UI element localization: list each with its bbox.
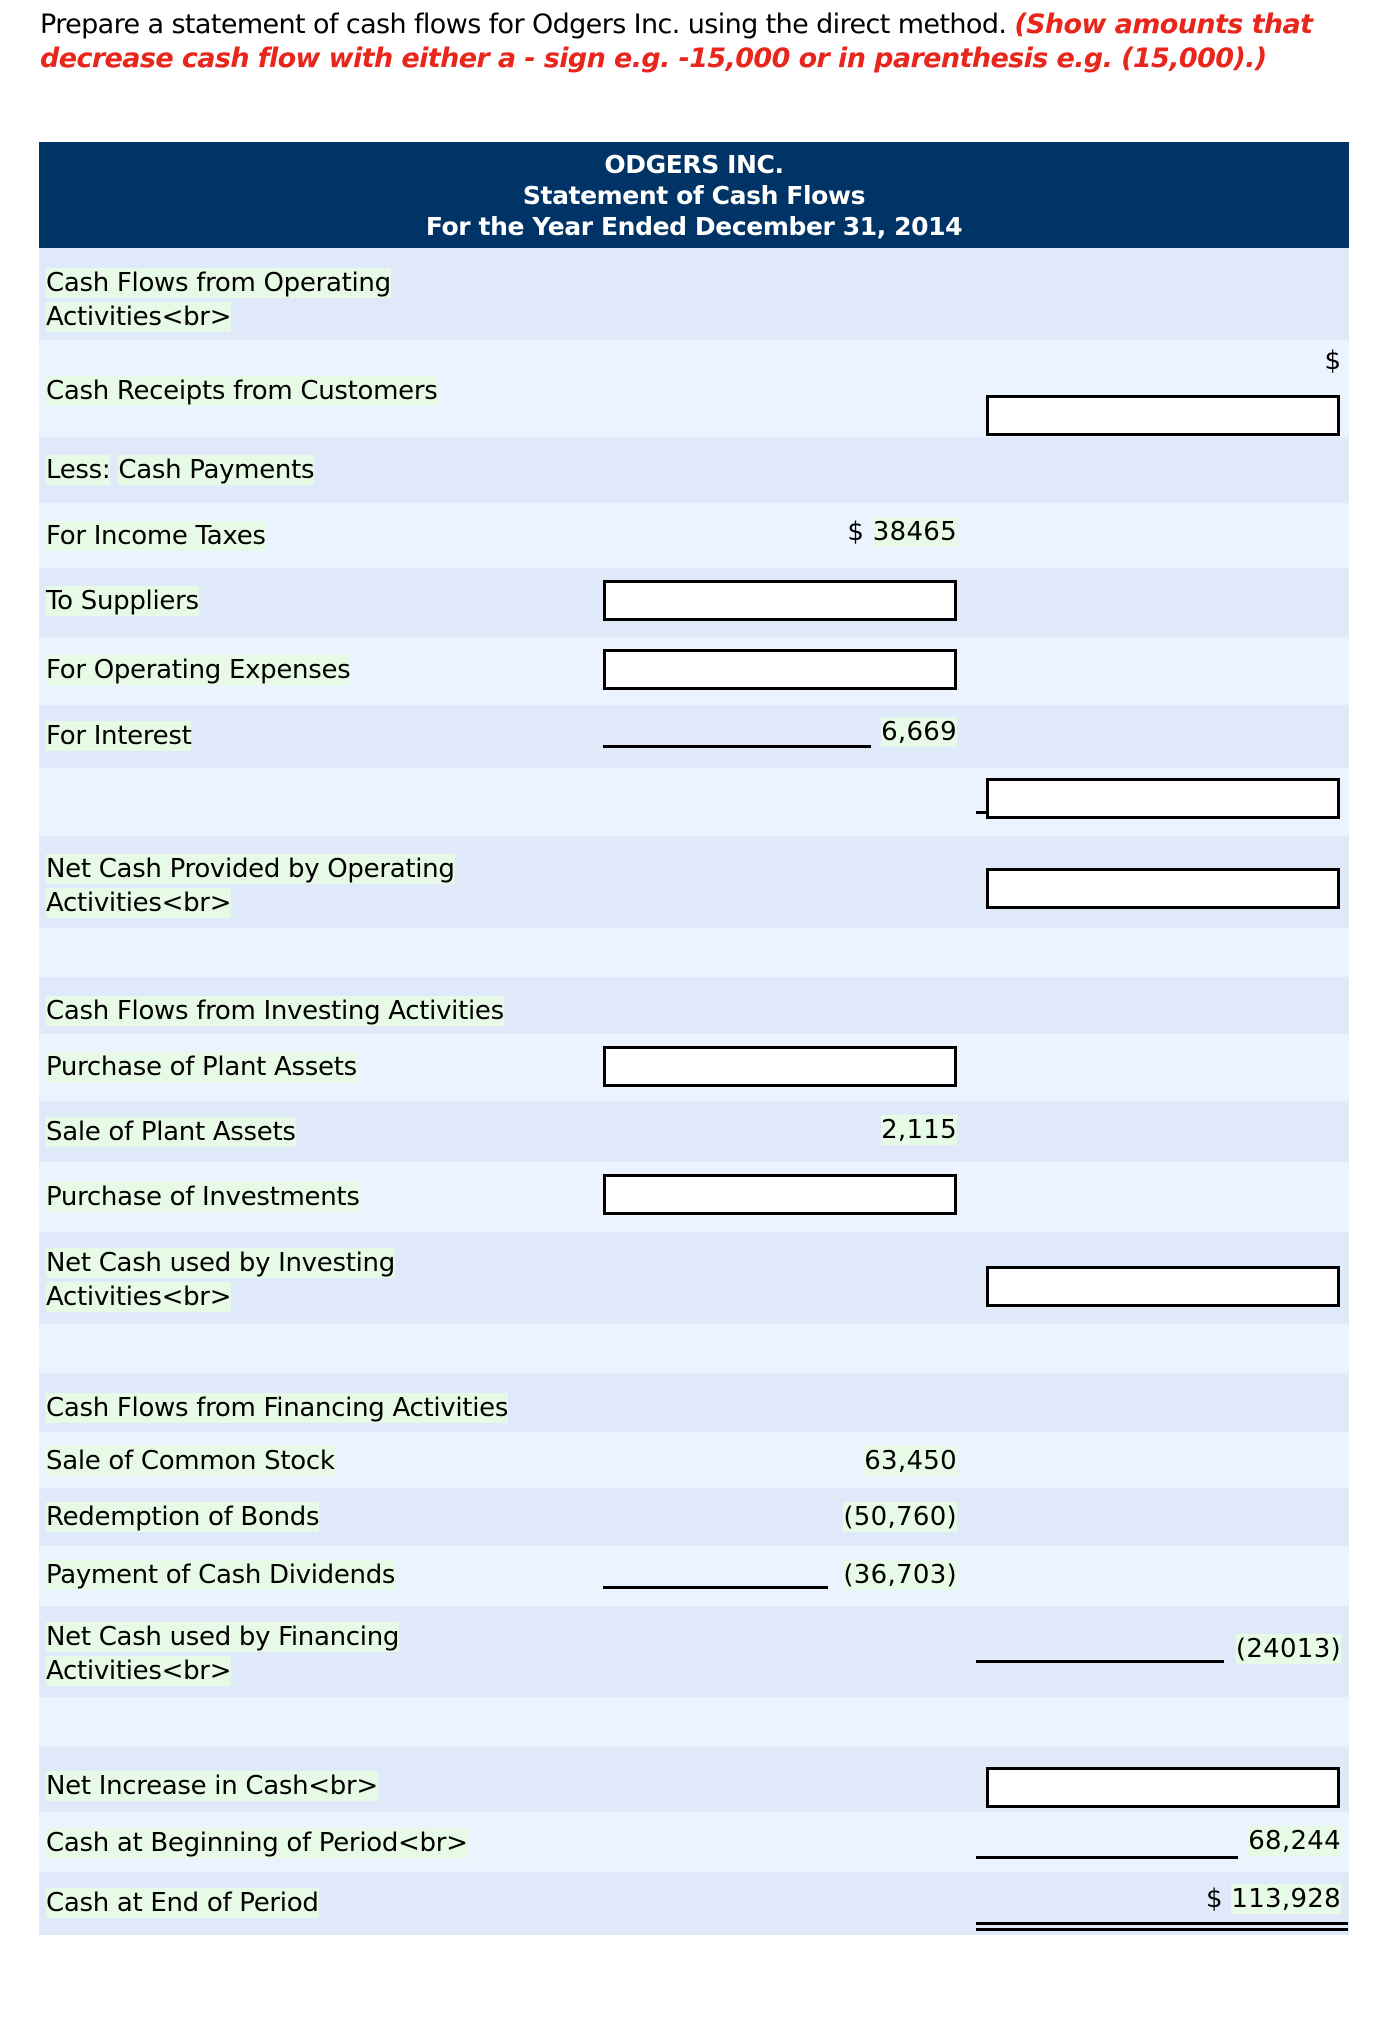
cash-begin-row: Cash at Beginning of Period<br> 68,244 [39,1812,1349,1872]
net-investing-row: Net Cash used by Investing Activities<br> [39,1232,1349,1324]
statement-title: Statement of Cash Flows [522,181,866,210]
instructions-text: Prepare a statement of cash flows for Od… [40,9,1015,40]
purchase-investments-row: Purchase of Investments [39,1162,1349,1232]
purchase-plant-row: Purchase of Plant Assets [39,1034,1349,1101]
cash-end-double-underline-top [976,1922,1348,1925]
cash-end-value: $ 113,928 [1205,1884,1341,1914]
cash-begin-label: Cash at Beginning of Period<br> [46,1828,468,1858]
net-increase-row: Net Increase in Cash<br> [39,1747,1349,1812]
net-financing-label: Net Cash used by Financing Activities<br> [46,1622,400,1686]
bonds-row: Redemption of Bonds (50,760) [39,1488,1349,1546]
total-payments-row [39,768,1349,836]
income-taxes-row: For Income Taxes $ 38465 [39,503,1349,568]
interest-value: 6,669 [881,717,957,747]
sale-plant-value: 2,115 [881,1115,957,1145]
net-financing-value: (24013) [1235,1634,1341,1664]
opex-label: For Operating Expenses [46,655,351,685]
net-operating-row: Net Cash Provided by Operating Activities… [39,836,1349,928]
suppliers-row: To Suppliers [39,568,1349,637]
purchase-plant-label: Purchase of Plant Assets [46,1052,357,1082]
purchase-plant-input[interactable] [603,1046,957,1087]
suppliers-label: To Suppliers [46,586,199,616]
interest-underline [603,745,871,748]
bonds-label: Redemption of Bonds [46,1502,320,1532]
receipts-currency: $ [1324,346,1341,376]
operating-heading: Cash Flows from Operating Activities<br> [46,268,391,332]
dividends-underline [603,1586,828,1589]
spacer-row [39,1324,1349,1373]
company-name: ODGERS INC. [604,150,784,179]
purchase-investments-input[interactable] [603,1174,957,1215]
total-payments-input[interactable] [986,778,1340,819]
interest-row: For Interest 6,669 [39,705,1349,768]
statement-period: For the Year Ended December 31, 2014 [425,212,963,241]
receipts-input[interactable] [986,395,1340,436]
bonds-value: (50,760) [843,1502,957,1532]
dividends-label: Payment of Cash Dividends [46,1560,396,1590]
net-operating-input[interactable] [986,868,1340,909]
spacer-row [39,1697,1349,1747]
net-financing-underline [976,1660,1224,1663]
common-stock-label: Sale of Common Stock [46,1446,335,1476]
cash-begin-underline [976,1856,1238,1859]
receipts-label: Cash Receipts from Customers [46,376,438,406]
statement-header: ODGERS INC. Statement of Cash Flows For … [39,142,1349,248]
interest-label: For Interest [46,721,192,751]
cash-end-double-underline-bottom [976,1928,1348,1931]
opex-row: For Operating Expenses [39,637,1349,705]
income-taxes-label: For Income Taxes [46,521,266,551]
financing-heading: Cash Flows from Financing Activities [46,1393,509,1423]
net-operating-label: Net Cash Provided by Operating Activities… [46,854,455,918]
common-stock-value: 63,450 [864,1446,957,1476]
less-row: Less: Cash Payments [39,437,1349,503]
sale-plant-row: Sale of Plant Assets 2,115 [39,1101,1349,1162]
suppliers-input[interactable] [603,580,957,621]
financing-heading-row: Cash Flows from Financing Activities [39,1373,1349,1432]
instructions: Prepare a statement of cash flows for Od… [40,8,1340,76]
receipts-row: Cash Receipts from Customers $ [39,340,1349,437]
net-investing-input[interactable] [986,1266,1340,1307]
cash-flow-statement: ODGERS INC. Statement of Cash Flows For … [39,142,1349,1935]
net-financing-row: Net Cash used by Financing Activities<br>… [39,1606,1349,1697]
income-taxes-value: $ 38465 [847,517,957,547]
cash-end-row: Cash at End of Period $ 113,928 [39,1872,1349,1935]
operating-heading-row: Cash Flows from Operating Activities<br> [39,248,1349,340]
opex-input[interactable] [603,649,957,690]
net-increase-input[interactable] [986,1767,1340,1808]
cash-begin-value: 68,244 [1248,1826,1341,1856]
common-stock-row: Sale of Common Stock 63,450 [39,1432,1349,1488]
less-label: Less: Cash Payments [46,455,315,485]
cash-end-label: Cash at End of Period [46,1888,319,1918]
sale-plant-label: Sale of Plant Assets [46,1117,296,1147]
investing-heading: Cash Flows from Investing Activities [46,996,504,1026]
dividends-value: (36,703) [843,1560,957,1590]
dividends-row: Payment of Cash Dividends (36,703) [39,1546,1349,1606]
net-investing-label: Net Cash used by Investing Activities<br> [46,1248,395,1312]
investing-heading-row: Cash Flows from Investing Activities [39,977,1349,1034]
spacer-row [39,928,1349,977]
net-increase-label: Net Increase in Cash<br> [46,1771,378,1801]
purchase-investments-label: Purchase of Investments [46,1182,360,1212]
